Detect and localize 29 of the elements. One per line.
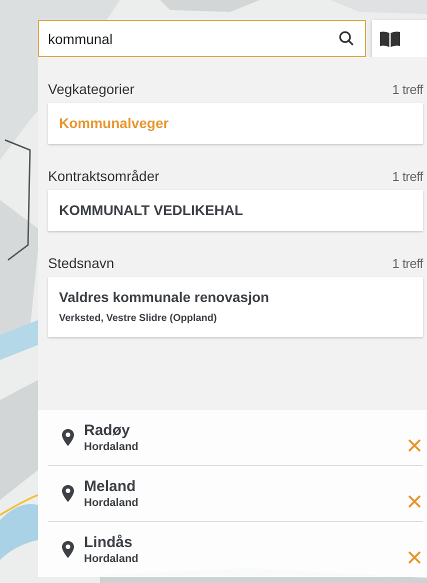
book-button[interactable]: [372, 20, 427, 57]
map-pin-icon: [62, 485, 74, 502]
search-icon[interactable]: [338, 30, 355, 47]
close-icon[interactable]: [408, 551, 421, 564]
result-subtitle: Verksted, Vestre Slidre (Oppland): [59, 313, 218, 324]
book-icon: [380, 30, 400, 46]
search-field[interactable]: kommunal: [38, 20, 366, 57]
place-name[interactable]: Radøy: [84, 422, 408, 439]
result-title: Kommunalveger: [59, 115, 170, 131]
close-icon[interactable]: [408, 439, 421, 452]
section-heading: Stedsnavn: [48, 255, 114, 271]
place-name[interactable]: Lindås: [84, 534, 408, 551]
map-pin-icon: [62, 541, 74, 558]
hit-count: 1 treff: [392, 82, 423, 96]
result-title: Valdres kommunale renovasjon: [59, 289, 270, 305]
result-card[interactable]: Valdres kommunale renovasjon Verksted, Vestre Slidre (Oppland): [48, 277, 423, 337]
section-heading: Kontraktsområder: [48, 168, 160, 184]
result-card[interactable]: KOMMUNALT VEDLIKEHAL: [48, 190, 423, 231]
map-pin-icon: [62, 429, 74, 446]
place-region: Hordaland: [84, 497, 140, 509]
close-icon[interactable]: [408, 495, 421, 508]
result-title: KOMMUNALT VEDLIKEHAL: [59, 202, 244, 218]
section-heading: Vegkategorier: [48, 81, 134, 97]
place-region: Hordaland: [84, 553, 140, 565]
search-input[interactable]: kommunal: [48, 30, 338, 46]
hit-count: 1 treff: [392, 256, 423, 270]
hit-count: 1 treff: [392, 168, 423, 184]
place-region: Hordaland: [84, 441, 140, 453]
place-name[interactable]: Meland: [84, 478, 408, 495]
